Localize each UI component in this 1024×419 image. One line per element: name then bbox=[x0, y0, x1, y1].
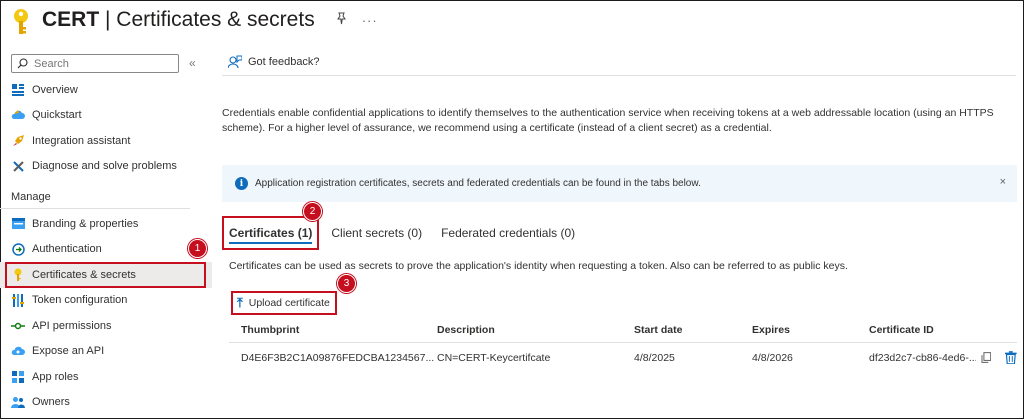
pin-icon[interactable] bbox=[335, 12, 348, 28]
sidebar: « Overview Quickstart Integration assist… bbox=[0, 48, 212, 419]
sidebar-item-token-configuration[interactable]: Token configuration bbox=[0, 288, 212, 314]
sidebar-item-label: Branding & properties bbox=[32, 217, 139, 230]
cell-expires: 4/8/2026 bbox=[752, 351, 793, 364]
upload-certificate-button[interactable]: ⤒ Upload certificate bbox=[231, 291, 337, 315]
cell-start-date: 4/8/2025 bbox=[634, 351, 675, 364]
cell-certificate-id: df23d2c7-cb86-4ed6-... bbox=[869, 351, 1017, 364]
sidebar-item-label: Owners bbox=[32, 396, 70, 409]
search-box[interactable] bbox=[11, 54, 179, 73]
info-banner: i Application registration certificates,… bbox=[222, 165, 1017, 202]
credential-tabs: Certificates (1) Client secrets (0) Fede… bbox=[222, 216, 582, 250]
wrench-icon bbox=[11, 159, 25, 173]
sidebar-item-label: Token configuration bbox=[32, 294, 128, 307]
tab-certificates[interactable]: Certificates (1) bbox=[222, 216, 320, 250]
delete-icon[interactable] bbox=[1005, 351, 1017, 364]
column-header-start-date[interactable]: Start date bbox=[634, 324, 752, 336]
app-name: CERT bbox=[42, 8, 100, 31]
sidebar-item-label: App roles bbox=[32, 370, 79, 383]
sidebar-item-authentication[interactable]: Authentication bbox=[0, 237, 212, 263]
info-icon: i bbox=[235, 177, 248, 190]
sidebar-item-label: Quickstart bbox=[32, 109, 82, 122]
sidebar-item-label: API permissions bbox=[32, 319, 112, 332]
copy-icon[interactable] bbox=[981, 352, 992, 363]
title-separator: | bbox=[99, 8, 117, 31]
feedback-icon bbox=[228, 55, 242, 68]
certificates-description: Certificates can be used as secrets to p… bbox=[229, 260, 848, 272]
annotation-badge-2: 2 bbox=[303, 202, 322, 221]
owners-icon bbox=[11, 395, 25, 409]
cloud-icon bbox=[11, 108, 25, 122]
certificate-id-value: df23d2c7-cb86-4ed6-... bbox=[869, 351, 976, 364]
key-icon bbox=[10, 7, 32, 37]
sidebar-item-certificates-secrets[interactable]: Certificates & secrets bbox=[0, 262, 212, 288]
sidebar-item-label: Overview bbox=[32, 83, 78, 96]
info-banner-text: Application registration certificates, s… bbox=[255, 178, 701, 189]
rocket-icon bbox=[11, 134, 25, 148]
close-icon[interactable]: × bbox=[1000, 176, 1006, 188]
search-input[interactable] bbox=[34, 57, 174, 70]
table-row[interactable]: D4E6F3B2C1A09876FEDCBA1234567... CN=CERT… bbox=[229, 343, 1017, 372]
annotation-badge-3: 3 bbox=[337, 274, 356, 293]
key-icon bbox=[11, 268, 25, 282]
sidebar-item-expose-api[interactable]: Expose an API bbox=[0, 339, 212, 365]
cloud-expose-icon bbox=[11, 344, 25, 358]
cell-description: CN=CERT-Keycertifcate bbox=[437, 351, 551, 364]
page-header: CERT | Certificates & secrets ··· bbox=[10, 0, 378, 40]
main-content: Got feedback? Credentials enable confide… bbox=[222, 48, 1017, 364]
section-manage-header: Manage bbox=[0, 179, 190, 209]
token-icon bbox=[11, 293, 25, 307]
sidebar-item-label: Authentication bbox=[32, 243, 102, 256]
column-header-description[interactable]: Description bbox=[437, 324, 634, 336]
tab-client-secrets[interactable]: Client secrets (0) bbox=[324, 216, 429, 250]
sidebar-item-label: Certificates & secrets bbox=[32, 268, 136, 281]
sidebar-item-api-permissions[interactable]: API permissions bbox=[0, 313, 212, 339]
sidebar-item-quickstart[interactable]: Quickstart bbox=[0, 103, 212, 129]
authentication-icon bbox=[11, 242, 25, 256]
sidebar-item-label: Expose an API bbox=[32, 345, 105, 358]
page-title-text: Certificates & secrets bbox=[116, 8, 315, 31]
cell-thumbprint: D4E6F3B2C1A09876FEDCBA1234567... bbox=[241, 351, 435, 364]
column-header-expires[interactable]: Expires bbox=[752, 324, 869, 336]
collapse-sidebar-icon[interactable]: « bbox=[189, 56, 196, 70]
branding-icon bbox=[11, 217, 25, 231]
more-options-icon[interactable]: ··· bbox=[362, 13, 378, 28]
api-permissions-icon bbox=[11, 319, 25, 333]
sidebar-item-diagnose[interactable]: Diagnose and solve problems bbox=[0, 154, 212, 180]
upload-icon: ⤒ bbox=[237, 295, 243, 310]
page-title: CERT | Certificates & secrets bbox=[42, 8, 315, 32]
sidebar-item-label: Integration assistant bbox=[32, 134, 131, 147]
app-roles-icon bbox=[11, 370, 25, 384]
credentials-description: Credentials enable confidential applicat… bbox=[222, 107, 994, 134]
toolbar: Got feedback? bbox=[222, 48, 1016, 76]
feedback-button[interactable]: Got feedback? bbox=[248, 56, 320, 68]
search-icon bbox=[17, 58, 28, 69]
sidebar-item-integration-assistant[interactable]: Integration assistant bbox=[0, 128, 212, 154]
column-header-thumbprint[interactable]: Thumbprint bbox=[229, 324, 437, 336]
sidebar-item-app-roles[interactable]: App roles bbox=[0, 364, 212, 390]
sidebar-item-label: Diagnose and solve problems bbox=[32, 160, 177, 173]
column-header-certificate-id[interactable]: Certificate ID bbox=[869, 324, 1017, 336]
sidebar-item-branding[interactable]: Branding & properties bbox=[0, 211, 212, 237]
table-header: Thumbprint Description Start date Expire… bbox=[229, 318, 1017, 343]
sidebar-item-owners[interactable]: Owners bbox=[0, 390, 212, 416]
certificates-table: Thumbprint Description Start date Expire… bbox=[229, 318, 1017, 372]
upload-certificate-label: Upload certificate bbox=[248, 297, 330, 309]
sidebar-item-overview[interactable]: Overview bbox=[0, 77, 212, 103]
sidebar-nav: Overview Quickstart Integration assistan… bbox=[0, 77, 212, 415]
tab-federated-credentials[interactable]: Federated credentials (0) bbox=[434, 216, 582, 250]
overview-icon bbox=[11, 83, 25, 97]
annotation-badge-1: 1 bbox=[188, 239, 207, 258]
